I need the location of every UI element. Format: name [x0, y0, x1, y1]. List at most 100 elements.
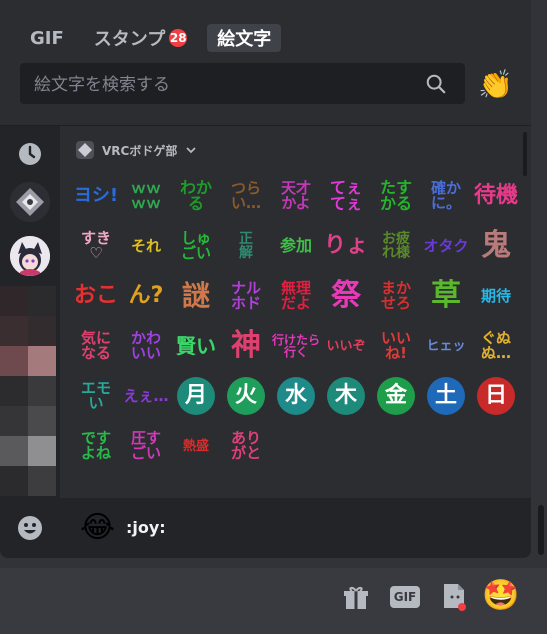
- emoji-item[interactable]: ナル ホド: [222, 272, 270, 320]
- category-header[interactable]: VRCボドゲ部: [76, 140, 197, 160]
- emoji-item[interactable]: 神: [222, 322, 270, 370]
- notification-badge: 28: [169, 29, 188, 47]
- emoji-item[interactable]: 天才 かよ: [272, 172, 320, 220]
- message-input-bar: GIF 🤩: [0, 568, 547, 634]
- preview-emoji: 😂: [80, 510, 116, 545]
- emoji-item[interactable]: 日: [472, 372, 520, 420]
- chat-scrollbar[interactable]: [538, 505, 544, 555]
- emoji-item[interactable]: 祭: [322, 272, 370, 320]
- emoji-item[interactable]: ｗｗ ｗｗ: [122, 172, 170, 220]
- clock-icon[interactable]: [18, 142, 42, 166]
- emoji-item[interactable]: 期待: [472, 272, 520, 320]
- server-icon-vrc[interactable]: [10, 182, 50, 222]
- emoji-text: りょ: [323, 233, 368, 258]
- picker-tabs: GIF スタンプ 28 絵文字: [20, 22, 282, 54]
- smile-icon[interactable]: [16, 514, 44, 542]
- emoji-item[interactable]: です よね: [72, 422, 120, 470]
- emoji-search[interactable]: [20, 63, 465, 106]
- emoji-text: ナル ホド: [230, 279, 261, 312]
- vrc-logo-icon: [10, 182, 50, 222]
- emoji-text: てぇ てぇ: [329, 178, 362, 213]
- emoji-picker-button[interactable]: 🤩: [482, 578, 519, 613]
- search-input[interactable]: [32, 63, 416, 106]
- sticker-icon[interactable]: [440, 582, 468, 612]
- emoji-item[interactable]: かわ いい: [122, 322, 170, 370]
- emoji-item[interactable]: 熱盛: [172, 422, 220, 470]
- emoji-preview: 😂 :joy:: [60, 498, 531, 558]
- emoji-item[interactable]: あり がと: [222, 422, 270, 470]
- emoji-item[interactable]: オタク: [422, 222, 470, 270]
- emoji-text: それ: [130, 236, 161, 255]
- emoji-item[interactable]: てぇ てぇ: [322, 172, 370, 220]
- emoji-item[interactable]: しゅ ごい: [172, 222, 220, 270]
- emoji-text: 熱盛: [182, 438, 209, 454]
- weekday-emoji: 金: [377, 377, 415, 415]
- emoji-text: ヨシ!: [73, 185, 119, 206]
- tab-emoji[interactable]: 絵文字: [207, 24, 282, 52]
- emoji-item[interactable]: いい ね!: [372, 322, 420, 370]
- emoji-item[interactable]: 謎: [172, 272, 220, 320]
- emoji-item[interactable]: 金: [372, 372, 420, 420]
- emoji-item[interactable]: 木: [322, 372, 370, 420]
- emoji-item[interactable]: 確か に。: [422, 172, 470, 220]
- emoji-item[interactable]: すき ♡: [72, 222, 120, 270]
- emoji-text: 圧す ごい: [130, 429, 161, 462]
- emoji-item[interactable]: おこ: [72, 272, 120, 320]
- emoji-item[interactable]: お疲 れ様: [372, 222, 420, 270]
- tab-stickers-label: スタンプ: [93, 29, 166, 50]
- emoji-item[interactable]: 土: [422, 372, 470, 420]
- emoji-text: おこ: [73, 283, 118, 308]
- emoji-item[interactable]: 水: [272, 372, 320, 420]
- server-icon-character[interactable]: [10, 236, 50, 276]
- tab-gif[interactable]: GIF: [20, 24, 74, 52]
- emoji-text: ん?: [128, 283, 164, 308]
- emoji-item[interactable]: 賢い: [172, 322, 220, 370]
- emoji-item[interactable]: つら い…: [222, 172, 270, 220]
- scrollbar[interactable]: [523, 132, 527, 176]
- emoji-item[interactable]: 待機: [472, 172, 520, 220]
- emoji-item[interactable]: たす かる: [372, 172, 420, 220]
- emoji-text: 無理 だよ: [280, 279, 311, 312]
- emoji-item[interactable]: えぇ…: [122, 372, 170, 420]
- emoji-text: です よね: [80, 429, 111, 462]
- emoji-item[interactable]: ヨシ!: [72, 172, 120, 220]
- emoji-item[interactable]: ん?: [122, 272, 170, 320]
- emoji-item[interactable]: ヒェッ: [422, 322, 470, 370]
- random-emoji-button[interactable]: 👏: [478, 68, 513, 101]
- emoji-item[interactable]: 草: [422, 272, 470, 320]
- emoji-item[interactable]: わか る: [172, 172, 220, 220]
- emoji-picker: GIF スタンプ28 絵文字 👏: [0, 0, 531, 558]
- emoji-item[interactable]: まか せろ: [372, 272, 420, 320]
- emoji-item[interactable]: それ: [122, 222, 170, 270]
- emoji-text: 待機: [473, 183, 518, 208]
- tab-stickers[interactable]: スタンプ 28: [84, 24, 197, 52]
- gift-icon[interactable]: [342, 584, 370, 612]
- gif-button[interactable]: GIF: [390, 586, 420, 608]
- emoji-text: つら い…: [230, 179, 261, 212]
- emoji-item[interactable]: 行けたら 行く: [272, 322, 320, 370]
- emoji-item[interactable]: 火: [222, 372, 270, 420]
- emoji-item[interactable]: 圧す ごい: [122, 422, 170, 470]
- emoji-text: いいぞ: [326, 338, 366, 354]
- emoji-text: ｗｗ ｗｗ: [130, 179, 161, 212]
- emoji-item[interactable]: りょ: [322, 222, 370, 270]
- emoji-text: 祭: [331, 278, 361, 313]
- emoji-item[interactable]: エモ い: [72, 372, 120, 420]
- emoji-item[interactable]: 気に なる: [72, 322, 120, 370]
- emoji-text: かわ いい: [130, 329, 161, 362]
- emoji-text: わか る: [179, 178, 212, 213]
- emoji-item[interactable]: 正 解: [222, 222, 270, 270]
- emoji-item[interactable]: 月: [172, 372, 220, 420]
- emoji-item[interactable]: 無理 だよ: [272, 272, 320, 320]
- emoji-text: ぐぬ ぬ…: [480, 329, 511, 362]
- emoji-item[interactable]: 鬼: [472, 222, 520, 270]
- emoji-text: ヒェッ: [426, 338, 466, 354]
- emoji-text: すき ♡: [80, 229, 111, 262]
- emoji-item[interactable]: 参加: [272, 222, 320, 270]
- tab-gif-label: GIF: [30, 27, 64, 49]
- emoji-item[interactable]: ぐぬ ぬ…: [472, 322, 520, 370]
- emoji-text: えぇ…: [123, 386, 169, 405]
- character-avatar-icon: [10, 236, 50, 276]
- emoji-item[interactable]: いいぞ: [322, 322, 370, 370]
- emoji-text: たす かる: [379, 178, 412, 213]
